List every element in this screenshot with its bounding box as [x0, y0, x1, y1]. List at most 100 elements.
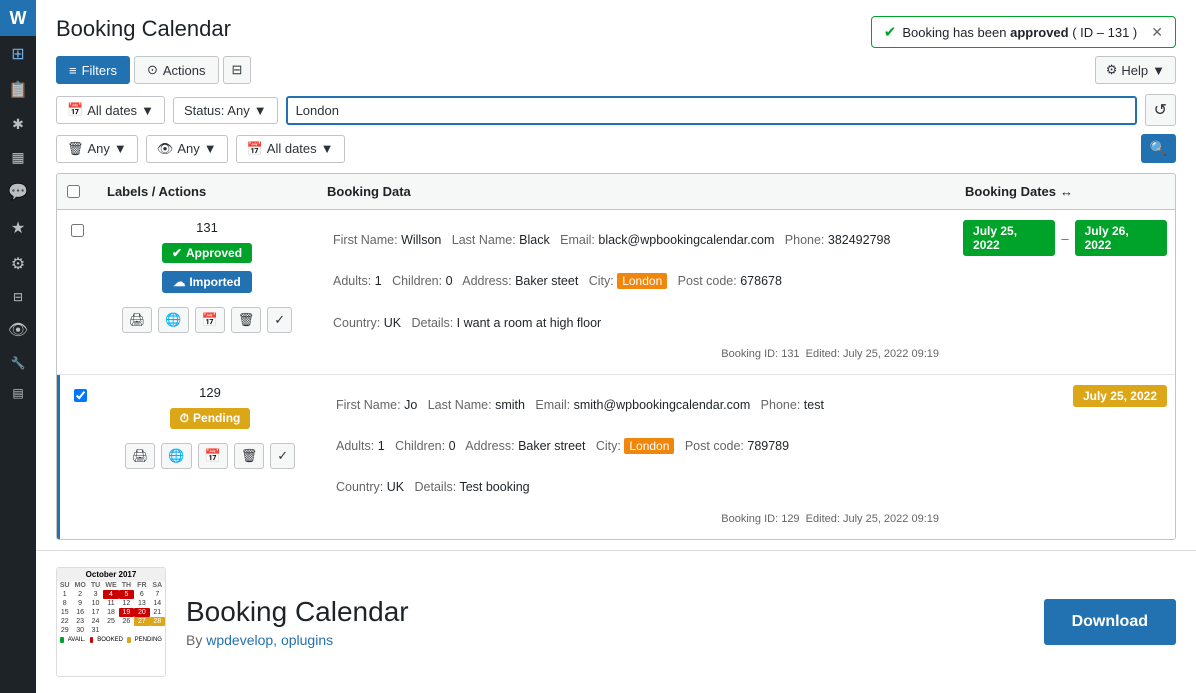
check-button-131[interactable]: ✓ — [267, 307, 292, 333]
chevron-down-icon: ▼ — [1152, 63, 1165, 78]
row-actions-129: 🖨 🌐 📅 🗑 ✓ — [125, 443, 295, 469]
sidebar-item-plugins[interactable]: ⊟ — [0, 282, 36, 312]
actions-button[interactable]: ⊙ Actions — [134, 56, 219, 84]
sidebar-item-grid[interactable]: ▤ — [0, 378, 36, 408]
delete-button-131[interactable]: 🗑 — [231, 307, 262, 333]
chevron-down-icon: ▼ — [254, 103, 267, 118]
check-button-129[interactable]: ✓ — [270, 443, 295, 469]
date-dash: – — [1061, 231, 1068, 246]
row-dates-131: July 25, 2022 – July 26, 2022 — [955, 210, 1175, 374]
filters-button[interactable]: ≡ Filters — [56, 56, 130, 84]
status-badge-approved: ✔ Approved — [162, 243, 252, 263]
city-highlight-129: London — [624, 438, 674, 454]
bookings-table: Labels / Actions Booking Data Booking Da… — [56, 173, 1176, 540]
delete-button-129[interactable]: 🗑 — [234, 443, 265, 469]
row-check-131 — [57, 210, 97, 374]
calendar-button-129[interactable]: 📅 — [198, 443, 228, 469]
sliders-icon: ⊟ — [232, 62, 243, 78]
notification-text: Booking has been approved ( ID – 131 ) — [902, 25, 1137, 40]
notification-close-icon[interactable]: ✕ — [1151, 24, 1163, 41]
available-legend — [60, 637, 64, 643]
sidebar-item-wrench[interactable]: 🔧 — [0, 348, 36, 378]
sidebar-item-booking[interactable]: 📋 — [0, 72, 36, 108]
check-icon: ✔ — [172, 246, 182, 260]
mini-calendar: October 2017 SU MO TU WE TH FR SA 1 2 3 … — [56, 567, 166, 677]
select-all-checkbox[interactable] — [67, 185, 80, 198]
table-row: 131 ✔ Approved ☁ Imported 🖨 🌐 📅 🗑 — [57, 210, 1175, 375]
download-button[interactable]: Download — [1044, 599, 1176, 645]
row-actions-131: 🖨 🌐 📅 🗑 ✓ — [122, 307, 292, 333]
refresh-button[interactable]: ↺ — [1145, 94, 1176, 126]
calendar-button-131[interactable]: 📅 — [195, 307, 225, 333]
row-labels-131: 131 ✔ Approved ☁ Imported 🖨 🌐 📅 🗑 — [97, 210, 317, 374]
help-button[interactable]: ⚙ Help ▼ — [1095, 56, 1176, 84]
row-check-129 — [60, 375, 100, 539]
mini-cal-grid: SU MO TU WE TH FR SA 1 2 3 4 5 6 7 8 9 1 — [57, 581, 165, 635]
chevron-down-icon: ▼ — [141, 103, 154, 118]
check-icon: ✔ — [884, 23, 897, 41]
search-button[interactable]: 🔍 — [1141, 134, 1176, 163]
actions-icon: ⊙ — [147, 62, 158, 78]
filters-icon: ≡ — [69, 63, 77, 78]
booking-meta-129: Booking ID: 129 Edited: July 25, 2022 09… — [328, 509, 947, 529]
row-data-129: First Name: Jo Last Name: smith Email: s… — [320, 375, 955, 539]
web-button-129[interactable]: 🌐 — [161, 443, 191, 469]
date-filter[interactable]: 📅 All dates ▼ — [56, 96, 165, 124]
cloud-icon: ☁ — [173, 275, 185, 289]
sidebar-item-star[interactable]: ★ — [0, 210, 36, 246]
sidebar-item-eye[interactable]: 👁 — [0, 312, 36, 348]
table-header: Labels / Actions Booking Data Booking Da… — [57, 174, 1175, 210]
web-button-131[interactable]: 🌐 — [158, 307, 188, 333]
sidebar-item-tools[interactable]: ✱ — [0, 108, 36, 141]
chevron-down-icon: ▼ — [114, 141, 127, 156]
date-from-129: July 25, 2022 — [1073, 385, 1167, 407]
date-from-131: July 25, 2022 — [963, 220, 1055, 256]
sort-icon[interactable]: ↔ — [1060, 184, 1073, 199]
col-check — [57, 180, 97, 203]
row-checkbox-131[interactable] — [71, 224, 84, 237]
date-to-131: July 26, 2022 — [1075, 220, 1167, 256]
print-button-129[interactable]: 🖨 — [125, 443, 156, 469]
settings-button[interactable]: ⊟ — [223, 56, 252, 84]
toolbar-right: ⚙ Help ▼ — [1095, 56, 1176, 84]
clock-icon: ⏱ — [180, 411, 189, 426]
row-checkbox-129[interactable] — [74, 389, 87, 402]
calendar-icon-2: 📅 — [247, 141, 263, 157]
notification-bar: ✔ Booking has been approved ( ID – 131 )… — [871, 16, 1176, 48]
pending-legend — [127, 637, 131, 643]
plugin-info: Booking Calendar By wpdevelop, oplugins — [186, 596, 1024, 648]
col-data-header: Booking Data — [317, 180, 955, 203]
date-filter-2[interactable]: 📅 All dates ▼ — [236, 135, 345, 163]
main-content: Booking Calendar ✔ Booking has been appr… — [36, 0, 1196, 693]
trash-filter[interactable]: 🗑 Any ▼ — [56, 135, 138, 163]
filter-row-1: 📅 All dates ▼ Status: Any ▼ ↺ — [56, 94, 1176, 126]
row-dates-129: July 25, 2022 — [955, 375, 1175, 539]
search-input[interactable] — [286, 96, 1137, 125]
status-badge-pending: ⏱ Pending — [170, 408, 251, 429]
sidebar-item-settings[interactable]: ⚙ — [0, 246, 36, 282]
sidebar-item-comments[interactable]: 💬 — [0, 174, 36, 210]
print-button-131[interactable]: 🖨 — [122, 307, 153, 333]
booking-id-129: 129 — [199, 385, 221, 400]
status-filter[interactable]: Status: Any ▼ — [173, 97, 278, 124]
calendar-icon: 📅 — [67, 102, 83, 118]
plugin-thumbnail: October 2017 SU MO TU WE TH FR SA 1 2 3 … — [56, 567, 166, 677]
plugin-title: Booking Calendar — [186, 596, 1024, 628]
sidebar-item-calendar[interactable]: ▦ — [0, 141, 36, 174]
eye-filter[interactable]: 👁 Any ▼ — [146, 135, 228, 163]
sidebar: W ⊞ 📋 ✱ ▦ 💬 ★ ⚙ ⊟ 👁 🔧 ▤ — [0, 0, 36, 693]
status-badge-imported: ☁ Imported — [162, 271, 251, 293]
trash-icon: 🗑 — [67, 141, 84, 157]
wp-icon: W — [10, 8, 27, 29]
col-dates-header: Booking Dates ↔ — [955, 180, 1175, 203]
plugin-author-link[interactable]: wpdevelop, oplugins — [206, 632, 333, 648]
filter-row-2: 🗑 Any ▼ 👁 Any ▼ 📅 All dates ▼ 🔍 — [56, 134, 1176, 163]
toolbar: ≡ Filters ⊙ Actions ⊟ ⚙ Help ▼ — [56, 56, 1176, 84]
col-labels-header: Labels / Actions — [97, 180, 317, 203]
booking-meta-131: Booking ID: 131 Edited: July 25, 2022 09… — [325, 344, 947, 364]
sidebar-item-home[interactable]: ⊞ — [0, 36, 36, 72]
chevron-down-icon: ▼ — [204, 141, 217, 156]
search-icon: 🔍 — [1150, 140, 1167, 157]
toolbar-left: ≡ Filters ⊙ Actions ⊟ — [56, 56, 251, 84]
booked-legend — [90, 637, 94, 643]
